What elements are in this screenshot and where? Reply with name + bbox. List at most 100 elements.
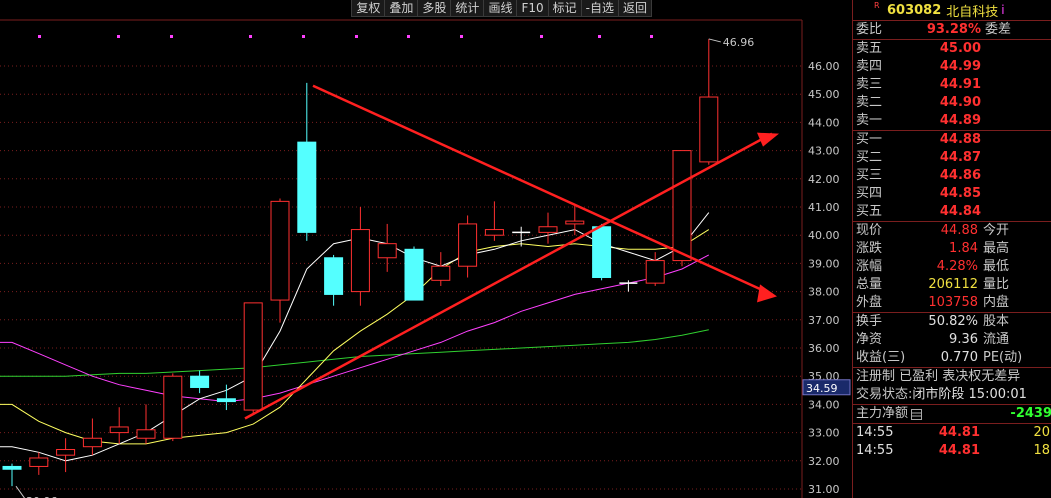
tick-volume: 20 [1033,425,1050,440]
bid-row[interactable]: 买三 44.86 [853,167,1051,185]
ask-price: 44.99 [939,59,981,74]
candle-body [297,141,317,233]
finance-label: 换手 [856,314,883,329]
stats-list: 现价 44.88 今开 涨跌 1.84 最高 涨幅 4.28% 最低 总量 206112 量比 外盘 10… [853,222,1051,313]
trade-status-label: 交易状态: [856,387,913,402]
stat-value: 44.88 [940,223,978,238]
ask-price: 44.91 [939,77,981,92]
marker-dot [460,35,463,38]
tick-list: 14:55 44.81 20 14:55 44.81 18 [853,424,1051,460]
bid-label: 买二 [856,150,883,165]
stat-row: 涨跌 1.84 最高 [853,240,1051,258]
stock-code[interactable]: 603082 [887,3,941,18]
toolbar-button[interactable]: 返回 [617,0,652,17]
main-flow-label: 主力净额 [856,406,909,421]
stat-row: 涨幅 4.28% 最低 [853,258,1051,276]
toolbar-button[interactable]: 标记 [547,0,582,17]
toolbar-button[interactable]: 画线 [483,0,518,17]
candle-body [458,223,478,267]
candle-body [484,229,504,236]
y-tick-label: 42.00 [808,173,840,186]
ask-row[interactable]: 卖四 44.99 [853,58,1051,76]
tick-volume: 18 [1033,443,1050,458]
finance-label: 净资 [856,332,883,347]
candle-body [592,226,612,279]
ask-label: 卖一 [856,113,883,128]
notice-registration: 注册制 已盈利 表决权无差异 [853,368,1051,386]
high-pointer [708,38,721,43]
y-tick-label: 36.00 [808,342,840,355]
up-trend-arrow-head [757,132,779,147]
finance-value: 50.82% [928,314,978,329]
notice-block: 注册制 已盈利 表决权无差异 交易状态: 闭市阶段 15:00:01 [853,368,1051,405]
marker-dot [249,35,252,38]
candle-body [243,302,263,411]
bid-label: 买一 [856,132,883,147]
marker-dot [598,35,601,38]
info-icon[interactable]: i [1001,3,1004,17]
candle-body [699,96,719,163]
toolbar-button[interactable]: 复权 [351,0,386,17]
bid-row[interactable]: 买五 44.84 [853,203,1051,221]
toolbar-button[interactable]: -自选 [580,0,619,17]
stat-label2: 最高 [983,241,1010,256]
ask-label: 卖三 [856,77,883,92]
stat-label: 涨幅 [856,259,883,274]
kline-chart-area[interactable]: 46.00 45.00 44.00 43.00 42.00 41.00 40.00 39.00… [0,0,852,498]
notice-text: 注册制 已盈利 表决权无差异 [856,369,1021,384]
stat-label: 现价 [856,223,883,238]
toolbar-button[interactable]: 多股 [417,0,452,17]
trade-status: 交易状态: 闭市阶段 15:00:01 [853,386,1051,404]
bid-label: 买四 [856,186,883,201]
y-tick-label: 31.00 [808,483,840,496]
marker-dot [407,35,410,38]
bid-row[interactable]: 买二 44.87 [853,149,1051,167]
bid-price: 44.87 [939,150,981,165]
bid-price: 44.84 [939,204,981,219]
bid-label: 买五 [856,204,883,219]
table-icon[interactable] [911,408,923,420]
high-label: 46.96 [723,36,755,49]
weibi-label: 委比 [856,22,883,37]
candle-body [82,437,102,448]
tick-row: 14:55 44.81 18 [853,442,1051,460]
bid-row[interactable]: 买一 44.88 [853,131,1051,149]
marker-dot [540,35,543,38]
stat-row: 外盘 103758 内盘 [853,294,1051,312]
stat-value: 1.84 [949,241,978,256]
stock-name[interactable]: 北自科技 [946,1,998,20]
candle-body [2,465,22,470]
main-flow-value: -2439 [1010,406,1051,421]
marker-dot [170,35,173,38]
kline-chart[interactable]: 46.00 45.00 44.00 43.00 42.00 41.00 40.00 39.00… [0,0,852,498]
candle-body [270,200,290,301]
toolbar-button[interactable]: F10 [516,0,549,17]
stat-label2: 量比 [983,277,1010,292]
y-tick-label: 43.00 [808,145,840,158]
stat-label2: 内盘 [983,295,1010,310]
bid-price: 44.85 [939,186,981,201]
ask-row[interactable]: 卖二 44.90 [853,94,1051,112]
marker-dot [302,35,305,38]
toolbar-button[interactable]: 统计 [450,0,485,17]
ask-row[interactable]: 卖一 44.89 [853,112,1051,130]
marker-dot [355,35,358,38]
finance-label2: PE(动) [983,350,1023,365]
stock-header: R 603082 北自科技 i [853,0,1051,21]
bid-row[interactable]: 买四 44.85 [853,185,1051,203]
toolbar-button[interactable]: 叠加 [384,0,419,17]
y-tick-label: 38.00 [808,286,840,299]
finance-list: 换手 50.82% 股本 净资 9.36 流通 收益(三) 0.770 PE(动) [853,313,1051,368]
ask-label: 卖四 [856,59,883,74]
ask-row[interactable]: 卖五 45.00 [853,40,1051,58]
finance-label2: 流通 [983,332,1010,347]
y-tick-label: 44.00 [808,116,840,129]
tick-row: 14:55 44.81 20 [853,424,1051,442]
main-flow-row[interactable]: 主力净额 -2439 [853,405,1051,424]
candle-body [645,260,665,284]
candle-body [29,457,49,467]
ask-row[interactable]: 卖三 44.91 [853,76,1051,94]
stat-label2: 最低 [983,259,1010,274]
finance-row: 换手 50.82% 股本 [853,313,1051,331]
trade-status-value: 闭市阶段 15:00:01 [912,387,1027,402]
